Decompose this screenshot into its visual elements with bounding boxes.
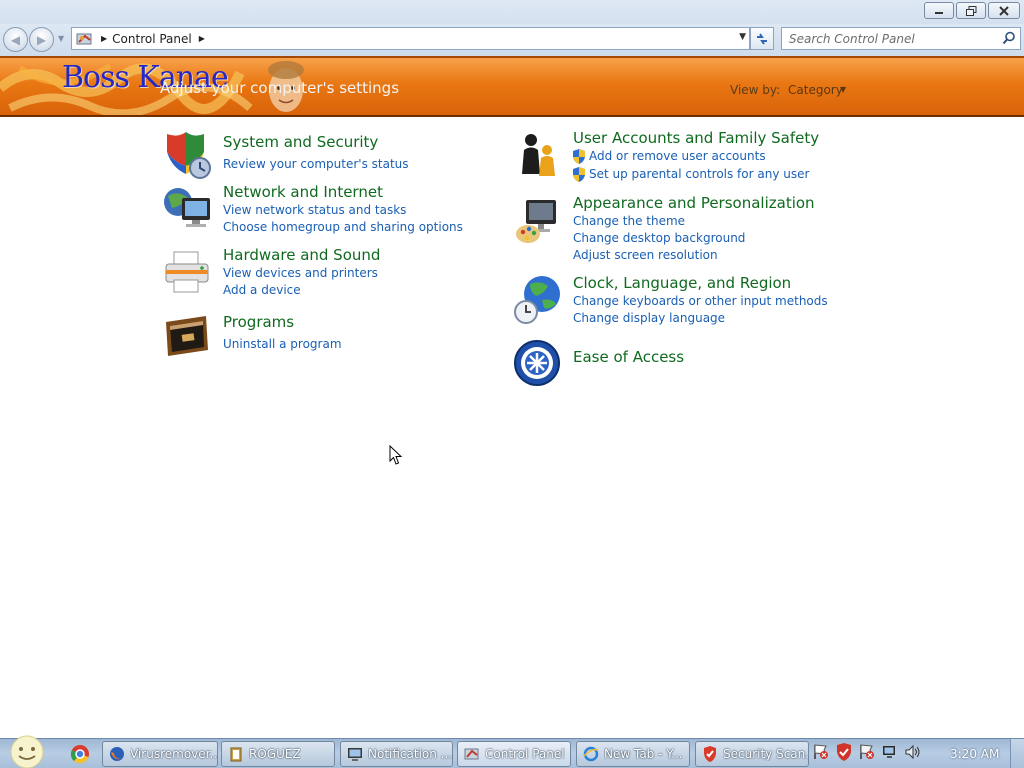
category-title-network-internet[interactable]: Network and Internet	[223, 183, 383, 201]
window-controls	[924, 2, 1020, 19]
link-add-device[interactable]: Add a device	[223, 283, 301, 297]
view-by-label: View by:	[730, 83, 781, 97]
breadcrumb-separator-icon[interactable]: ▶	[101, 34, 107, 43]
back-button[interactable]: ◀	[3, 27, 28, 52]
system-tray	[812, 743, 922, 761]
monitor-icon	[348, 748, 362, 761]
breadcrumb-control-panel[interactable]: Control Panel	[112, 32, 192, 46]
uac-shield-icon	[573, 167, 585, 182]
taskbar-item-control-panel[interactable]: Control Panel	[457, 741, 571, 767]
taskbar-clock[interactable]: 3:20 AM	[950, 747, 999, 761]
taskbar-item-label: Notification ...	[368, 747, 452, 761]
action-center-flag-icon[interactable]	[812, 743, 830, 761]
programs-icon[interactable]	[162, 312, 212, 362]
folder-icon	[230, 747, 242, 762]
link-change-theme[interactable]: Change the theme	[573, 214, 685, 228]
taskbar-item-virusremover[interactable]: Virusremover...	[102, 741, 218, 767]
security-icon	[704, 746, 716, 762]
ease-of-access-icon[interactable]	[512, 338, 562, 388]
link-change-display-language[interactable]: Change display language	[573, 311, 725, 325]
forward-button[interactable]: ▶	[29, 27, 54, 52]
link-review-computer-status[interactable]: Review your computer's status	[223, 157, 409, 171]
taskbar-item-label: ROGUEZ	[249, 747, 301, 761]
address-dropdown-icon[interactable]: ▼	[739, 32, 746, 42]
ie-icon	[583, 746, 599, 762]
taskbar-item-label: Security Scan...	[723, 747, 808, 761]
taskbar-item-label: Control Panel	[485, 747, 565, 761]
mouse-cursor-icon	[389, 445, 403, 465]
forward-arrow-icon: ▶	[36, 32, 47, 47]
link-change-desktop-background[interactable]: Change desktop background	[573, 231, 745, 245]
network-icon[interactable]	[162, 184, 212, 234]
uac-shield-icon	[573, 149, 585, 164]
category-title-hardware-sound[interactable]: Hardware and Sound	[223, 246, 380, 264]
view-by-chevron-down-icon[interactable]: ▼	[840, 85, 846, 94]
link-adjust-screen-resolution[interactable]: Adjust screen resolution	[573, 248, 718, 262]
minimize-button[interactable]	[924, 2, 954, 19]
globe-clock-icon[interactable]	[512, 274, 562, 324]
view-by-dropdown[interactable]: Category	[788, 83, 843, 97]
close-button[interactable]	[988, 2, 1020, 19]
navigation-bar: ◀ ▶ ▼ ▶ Control Panel ▶ ▼	[0, 24, 1024, 56]
category-title-programs[interactable]: Programs	[223, 313, 294, 331]
link-homegroup-sharing[interactable]: Choose homegroup and sharing options	[223, 220, 463, 234]
warning-flag-icon[interactable]	[858, 743, 876, 761]
category-title-user-accounts[interactable]: User Accounts and Family Safety	[573, 129, 819, 147]
volume-icon[interactable]	[904, 743, 922, 761]
appearance-icon[interactable]	[514, 196, 564, 246]
restore-button[interactable]	[956, 2, 986, 19]
link-parental-controls[interactable]: Set up parental controls for any user	[589, 167, 809, 181]
taskbar: Virusremover... ROGUEZ Notification ... …	[0, 735, 1024, 768]
printer-icon[interactable]	[162, 248, 212, 298]
taskbar-item-label: New Tab - Y...	[604, 747, 683, 761]
taskbar-item-label: Virusremover...	[130, 747, 217, 761]
link-view-network-status[interactable]: View network status and tasks	[223, 203, 406, 217]
search-input[interactable]	[782, 28, 992, 49]
taskbar-item-roguez[interactable]: ROGUEZ	[221, 741, 335, 767]
users-icon[interactable]	[514, 130, 564, 180]
link-add-remove-accounts[interactable]: Add or remove user accounts	[589, 149, 766, 163]
restore-icon	[965, 5, 976, 16]
taskbar-item-new-tab[interactable]: New Tab - Y...	[576, 741, 690, 767]
category-title-appearance[interactable]: Appearance and Personalization	[573, 194, 815, 212]
taskbar-item-notification[interactable]: Notification ...	[340, 741, 453, 767]
refresh-icon	[757, 32, 767, 45]
recent-pages-dropdown[interactable]: ▼	[58, 34, 64, 43]
chrome-icon[interactable]	[70, 744, 90, 764]
link-change-keyboards[interactable]: Change keyboards or other input methods	[573, 294, 828, 308]
control-panel-icon	[76, 33, 92, 44]
shield-icon[interactable]	[162, 130, 212, 180]
category-title-clock-language-region[interactable]: Clock, Language, and Region	[573, 274, 791, 292]
search-icon[interactable]	[1002, 31, 1016, 45]
security-shield-icon[interactable]	[835, 743, 853, 761]
refresh-button[interactable]	[750, 27, 774, 50]
category-title-system-security[interactable]: System and Security	[223, 133, 378, 151]
back-arrow-icon: ◀	[10, 32, 21, 47]
firefox-icon	[110, 747, 124, 761]
close-icon	[999, 5, 1009, 16]
link-uninstall-program[interactable]: Uninstall a program	[223, 337, 342, 351]
page-title: Adjust your computer's settings	[160, 79, 400, 97]
window-titlebar	[0, 0, 1024, 26]
start-button[interactable]	[6, 735, 48, 768]
header-banner: Boss Kanae Adjust your computer's settin…	[0, 56, 1024, 117]
address-bar[interactable]: ▶ Control Panel ▶ ▼	[71, 27, 750, 50]
control-panel-icon	[464, 748, 479, 760]
search-box[interactable]	[781, 27, 1021, 50]
taskbar-item-security-scan[interactable]: Security Scan...	[695, 741, 809, 767]
link-view-devices-printers[interactable]: View devices and printers	[223, 266, 378, 280]
category-title-ease-of-access[interactable]: Ease of Access	[573, 348, 684, 366]
network-status-icon[interactable]	[881, 743, 899, 761]
show-desktop-button[interactable]	[1010, 739, 1024, 768]
breadcrumb-chevron-icon[interactable]: ▶	[199, 34, 205, 43]
minimize-icon	[935, 11, 943, 14]
